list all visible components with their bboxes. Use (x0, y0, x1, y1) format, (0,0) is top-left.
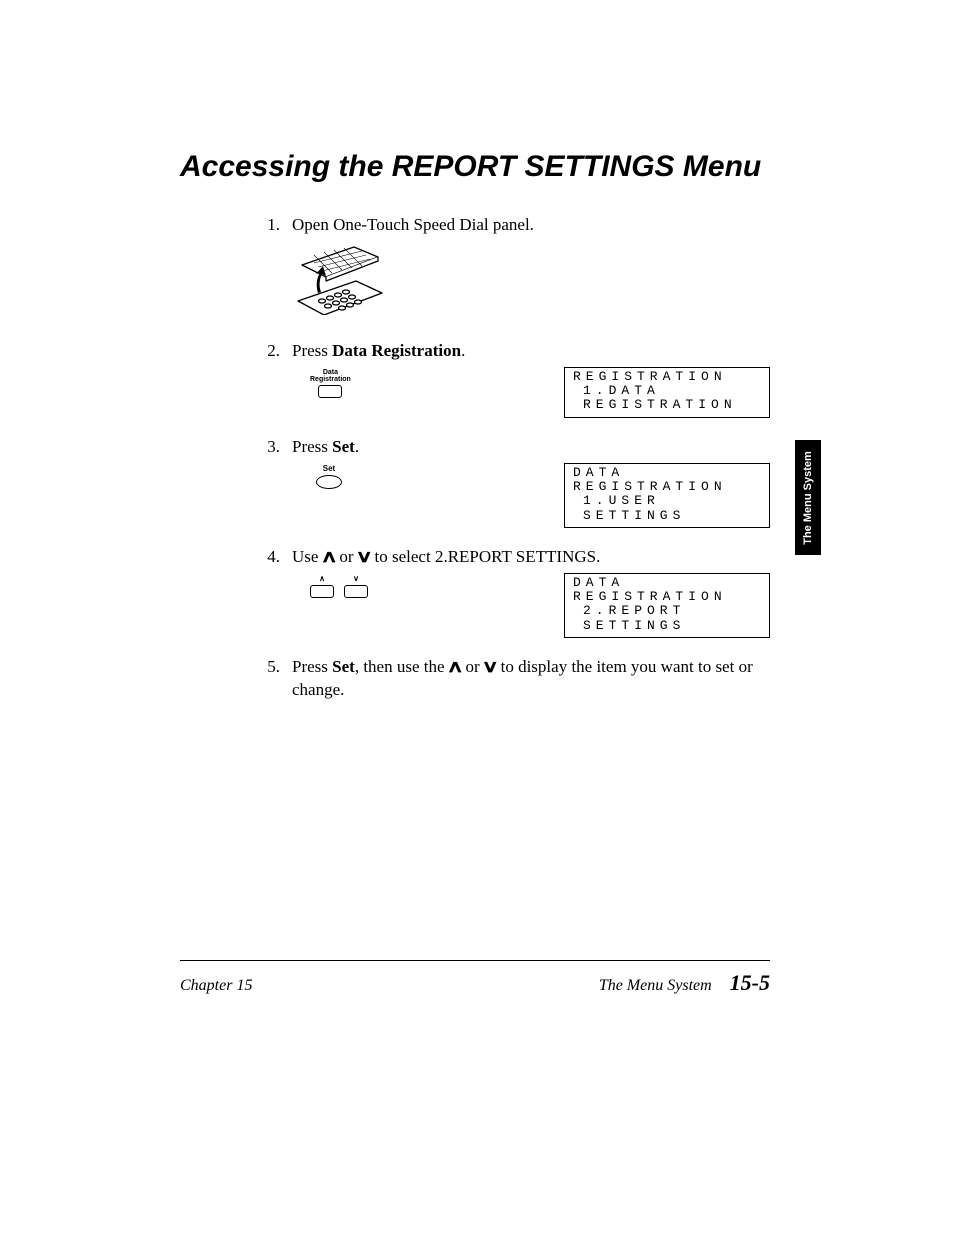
step-5-seg1: Press (292, 657, 332, 676)
lcd-line1: REGISTRATION (573, 370, 761, 384)
footer-section: The Menu System (599, 977, 712, 995)
step-3-text: Press Set. (292, 436, 770, 459)
panel-illustration (292, 237, 770, 322)
rect-key-icon (318, 385, 342, 398)
step-4-seg2: or (335, 547, 358, 566)
step-2-bold: Data Registration (332, 341, 461, 360)
step-1: 1. Open One-Touch Speed Dial panel. (180, 214, 770, 322)
lcd-display-step3: DATA REGISTRATION 1.USER SETTINGS (564, 463, 770, 528)
lcd-line1: DATA REGISTRATION (573, 576, 761, 605)
step-2-number: 2. (258, 340, 280, 363)
arrow-keys-icon: ∧ ∨ (292, 573, 368, 598)
step-4-text: Use ∧ or ∨ to select 2.REPORT SETTINGS. (292, 546, 770, 569)
step-4-seg1: Use (292, 547, 323, 566)
lcd-display-step2: REGISTRATION 1.DATA REGISTRATION (564, 367, 770, 418)
step-5-seg3: or (461, 657, 484, 676)
up-key-icon: ∧ (310, 575, 334, 598)
step-4: 4. Use ∧ or ∨ to select 2.REPORT SETTING… (180, 546, 770, 638)
step-1-number: 1. (258, 214, 280, 237)
step-5-number: 5. (258, 656, 280, 679)
caret-down-inline: ∨ (481, 656, 498, 679)
lcd-line2: 2.REPORT SETTINGS (573, 604, 761, 633)
data-registration-key-icon: Data Registration (292, 369, 351, 398)
rect-key-icon (344, 585, 368, 598)
footer-page-number: 15-5 (730, 970, 770, 996)
up-key-label: ∧ (319, 575, 325, 583)
lcd-line1: DATA REGISTRATION (573, 466, 761, 495)
caret-up-inline: ∧ (446, 656, 463, 679)
step-2: 2. Press Data Registration. Data Registr… (180, 340, 770, 418)
step-3-suffix: . (355, 437, 359, 456)
step-5: 5. Press Set, then use the ∧ or ∨ to dis… (180, 656, 770, 702)
data-registration-key-label: Data Registration (310, 369, 351, 383)
footer-rule (180, 960, 770, 961)
set-key-label: Set (323, 465, 335, 473)
oval-key-icon (316, 475, 342, 489)
step-4-number: 4. (258, 546, 280, 569)
lcd-line2: 1.USER SETTINGS (573, 494, 761, 523)
step-2-suffix: . (461, 341, 465, 360)
side-tab: The Menu System (795, 440, 821, 555)
set-key-icon: Set (292, 465, 342, 489)
lcd-display-step4: DATA REGISTRATION 2.REPORT SETTINGS (564, 573, 770, 638)
step-3-number: 3. (258, 436, 280, 459)
lcd-line2: 1.DATA REGISTRATION (573, 384, 761, 413)
step-5-seg2: , then use the (355, 657, 449, 676)
down-key-label: ∨ (353, 575, 359, 583)
step-4-seg3: to select 2.REPORT SETTINGS. (370, 547, 600, 566)
step-5-bold: Set (332, 657, 355, 676)
steps-list: 1. Open One-Touch Speed Dial panel. (180, 214, 770, 702)
step-2-prefix: Press (292, 341, 332, 360)
footer-chapter: Chapter 15 (180, 977, 252, 995)
step-3-bold: Set (332, 437, 355, 456)
page-footer: Chapter 15 The Menu System 15-5 (180, 970, 770, 996)
caret-down-inline: ∨ (355, 546, 372, 569)
step-2-text: Press Data Registration. (292, 340, 770, 363)
page-title: Accessing the REPORT SETTINGS Menu (180, 150, 770, 184)
side-tab-label: The Menu System (802, 451, 814, 545)
step-1-text: Open One-Touch Speed Dial panel. (292, 214, 770, 237)
down-key-icon: ∨ (344, 575, 368, 598)
caret-up-inline: ∧ (320, 546, 337, 569)
rect-key-icon (310, 585, 334, 598)
step-3-prefix: Press (292, 437, 332, 456)
step-3: 3. Press Set. Set DATA REGISTRATION 1.US… (180, 436, 770, 528)
step-5-text: Press Set, then use the ∧ or ∨ to displa… (292, 656, 770, 702)
